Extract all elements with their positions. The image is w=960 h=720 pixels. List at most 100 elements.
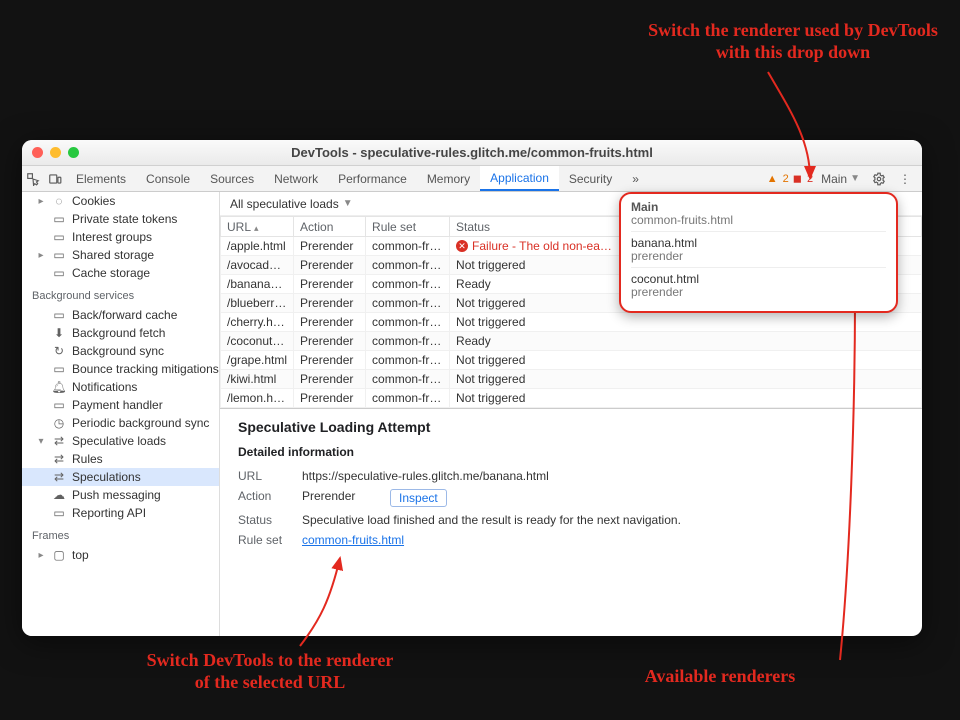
sidebar-item-cache-storage[interactable]: ▭Cache storage — [22, 264, 219, 282]
device-icon[interactable] — [44, 166, 66, 192]
download-icon: ⬇ — [52, 326, 66, 340]
sidebar-item-bg-sync[interactable]: ↻Background sync — [22, 342, 219, 360]
cell-ruleset: common-fr… — [366, 389, 450, 408]
table-row[interactable]: /cherry.h…Prerendercommon-fr…Not trigger… — [221, 313, 922, 332]
sidebar-item-bounce[interactable]: ▭Bounce tracking mitigations — [22, 360, 219, 378]
sidebar-item-bf-cache[interactable]: ▭Back/forward cache — [22, 306, 219, 324]
table-row[interactable]: /coconut…Prerendercommon-fr…Ready — [221, 332, 922, 351]
renderer-option-main[interactable]: Main common-fruits.html — [631, 200, 886, 227]
database-icon: ▭ — [52, 362, 66, 376]
table-row[interactable]: /lemon.h…Prerendercommon-fr…Not triggere… — [221, 389, 922, 408]
doc-icon: ▭ — [52, 506, 66, 520]
sidebar-item-private-state-tokens[interactable]: ▭Private state tokens — [22, 210, 219, 228]
sync-icon: ↻ — [52, 344, 66, 358]
sidebar-section-frames: Frames — [22, 522, 219, 546]
cell-action: Prerender — [294, 351, 366, 370]
sort-asc-icon: ▴ — [254, 223, 259, 233]
cell-ruleset: common-fr… — [366, 256, 450, 275]
sidebar-item-periodic-sync[interactable]: ◷Periodic background sync — [22, 414, 219, 432]
cell-action: Prerender — [294, 313, 366, 332]
col-action[interactable]: Action — [294, 217, 366, 237]
tab-performance[interactable]: Performance — [328, 166, 417, 191]
cell-ruleset: common-fr… — [366, 351, 450, 370]
inspect-icon[interactable] — [22, 166, 44, 192]
sidebar-item-notifications[interactable]: 🔔︎Notifications — [22, 378, 219, 396]
sidebar-item-push[interactable]: ☁Push messaging — [22, 486, 219, 504]
renderer-option-banana[interactable]: banana.html prerender — [631, 231, 886, 263]
error-icon: ✕ — [456, 240, 468, 252]
tab-memory[interactable]: Memory — [417, 166, 480, 191]
cell-url: /cherry.h… — [221, 313, 294, 332]
sidebar-item-rules[interactable]: ⇄Rules — [22, 450, 219, 468]
warnings-badge[interactable]: ▲ 2 — [767, 173, 789, 185]
tabs-overflow[interactable]: » — [622, 166, 649, 191]
cell-ruleset: common-fr… — [366, 332, 450, 351]
sidebar-item-speculative-loads[interactable]: ▾⇄Speculative loads — [22, 432, 219, 450]
sidebar-item-top-frame[interactable]: ▸▢top — [22, 546, 219, 564]
renderer-option-coconut[interactable]: coconut.html prerender — [631, 267, 886, 299]
minimize-window-button[interactable] — [50, 147, 61, 158]
frame-icon: ▢ — [52, 548, 66, 562]
table-row[interactable]: /grape.htmlPrerendercommon-fr…Not trigge… — [221, 351, 922, 370]
gear-icon[interactable] — [868, 166, 890, 192]
sidebar-item-reporting[interactable]: ▭Reporting API — [22, 504, 219, 522]
cell-action: Prerender — [294, 332, 366, 351]
sidebar-item-payment[interactable]: ▭Payment handler — [22, 396, 219, 414]
tab-network[interactable]: Network — [264, 166, 328, 191]
database-icon: ▭ — [52, 230, 66, 244]
tab-application[interactable]: Application — [480, 166, 559, 191]
database-icon: ▭ — [52, 248, 66, 262]
tab-elements[interactable]: Elements — [66, 166, 136, 191]
close-window-button[interactable] — [32, 147, 43, 158]
cell-action: Prerender — [294, 370, 366, 389]
cell-url: /coconut… — [221, 332, 294, 351]
cloud-icon: ☁ — [52, 488, 66, 502]
renderer-dropdown-popup: Main common-fruits.html banana.html prer… — [619, 192, 898, 313]
table-row[interactable]: /kiwi.htmlPrerendercommon-fr…Not trigger… — [221, 370, 922, 389]
swap-icon: ⇄ — [52, 470, 66, 484]
detail-ruleset-link[interactable]: common-fruits.html — [302, 533, 404, 547]
cell-url: /apple.html — [221, 237, 294, 256]
application-sidebar: ▸◌Cookies ▭Private state tokens ▭Interes… — [22, 192, 220, 636]
col-url[interactable]: URL▴ — [221, 217, 294, 237]
cell-action: Prerender — [294, 389, 366, 408]
titlebar: DevTools - speculative-rules.glitch.me/c… — [22, 140, 922, 166]
bell-icon: 🔔︎ — [52, 380, 66, 394]
col-ruleset[interactable]: Rule set — [366, 217, 450, 237]
traffic-lights — [32, 147, 79, 158]
cell-action: Prerender — [294, 294, 366, 313]
detail-status-value: Speculative load finished and the result… — [302, 513, 681, 527]
cell-ruleset: common-fr… — [366, 294, 450, 313]
kebab-menu-icon[interactable]: ⋮ — [894, 166, 916, 192]
cell-action: Prerender — [294, 275, 366, 294]
errors-badge[interactable]: ◼ 2 — [793, 172, 813, 185]
sidebar-item-speculations[interactable]: ⇄Speculations — [22, 468, 219, 486]
detail-url-key: URL — [238, 469, 288, 483]
database-icon: ▭ — [52, 266, 66, 280]
cell-ruleset: common-fr… — [366, 313, 450, 332]
cell-url: /blueberr… — [221, 294, 294, 313]
tab-security[interactable]: Security — [559, 166, 622, 191]
cell-status: Not triggered — [450, 389, 922, 408]
database-icon: ▭ — [52, 308, 66, 322]
cell-url: /banana… — [221, 275, 294, 294]
swap-icon: ⇄ — [52, 434, 66, 448]
detail-url-value: https://speculative-rules.glitch.me/bana… — [302, 469, 549, 483]
cell-url: /lemon.h… — [221, 389, 294, 408]
tab-sources[interactable]: Sources — [200, 166, 264, 191]
cell-status: Not triggered — [450, 370, 922, 389]
chevron-down-icon: ▼ — [343, 198, 353, 209]
swap-icon: ⇄ — [52, 452, 66, 466]
renderer-dropdown[interactable]: Main ▼ — [817, 172, 864, 186]
cell-status: Not triggered — [450, 351, 922, 370]
sidebar-item-interest-groups[interactable]: ▭Interest groups — [22, 228, 219, 246]
inspect-button[interactable]: Inspect — [390, 489, 447, 507]
cell-url: /avocad… — [221, 256, 294, 275]
cell-status: Not triggered — [450, 313, 922, 332]
zoom-window-button[interactable] — [68, 147, 79, 158]
tab-console[interactable]: Console — [136, 166, 200, 191]
sidebar-item-cookies[interactable]: ▸◌Cookies — [22, 192, 219, 210]
sidebar-item-bg-fetch[interactable]: ⬇Background fetch — [22, 324, 219, 342]
devtools-toolbar: Elements Console Sources Network Perform… — [22, 166, 922, 192]
sidebar-item-shared-storage[interactable]: ▸▭Shared storage — [22, 246, 219, 264]
